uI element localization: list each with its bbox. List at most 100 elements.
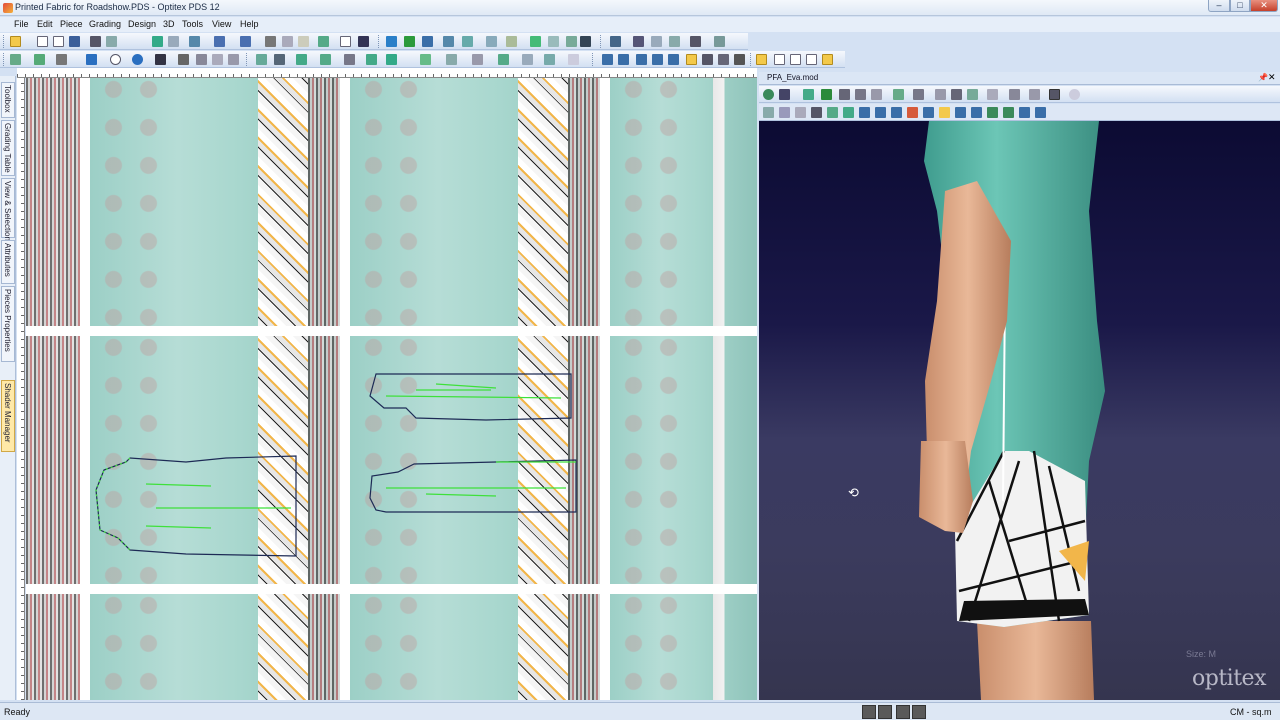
texture-icon[interactable] bbox=[544, 54, 555, 65]
cut-icon[interactable] bbox=[265, 36, 276, 47]
zoom-icon[interactable] bbox=[168, 36, 179, 47]
3d-list-icon[interactable] bbox=[987, 107, 998, 118]
status-snap-icon[interactable] bbox=[896, 705, 910, 719]
toolbar-grip[interactable] bbox=[592, 53, 595, 66]
toolbar-grip[interactable] bbox=[246, 53, 249, 66]
group-icon[interactable] bbox=[344, 54, 355, 65]
3d-cut-icon[interactable] bbox=[811, 107, 822, 118]
export-icon[interactable] bbox=[152, 36, 163, 47]
menu-help[interactable]: Help bbox=[240, 19, 259, 29]
maximize-button[interactable]: □ bbox=[1230, 0, 1250, 12]
tab-shader-manager[interactable]: Shader Manager bbox=[1, 380, 15, 452]
seam-tool-icon[interactable] bbox=[506, 36, 517, 47]
3d-layer-icon[interactable] bbox=[859, 107, 870, 118]
3d-axis-icon[interactable] bbox=[913, 89, 924, 100]
toolbar-grip[interactable] bbox=[750, 53, 753, 66]
3d-cloth-icon[interactable] bbox=[779, 89, 790, 100]
plot-icon[interactable] bbox=[106, 36, 117, 47]
measure-tool-icon[interactable] bbox=[548, 36, 559, 47]
3d-view[interactable] bbox=[759, 121, 1280, 700]
3d-document-icon[interactable] bbox=[806, 54, 817, 65]
print-icon[interactable] bbox=[90, 36, 101, 47]
simulate-play-icon[interactable] bbox=[821, 89, 832, 100]
fold-icon[interactable] bbox=[320, 54, 331, 65]
fabric-icon[interactable] bbox=[522, 54, 533, 65]
grade-tool-icon[interactable] bbox=[530, 36, 541, 47]
menu-design[interactable]: Design bbox=[128, 19, 156, 29]
3d-reset-icon[interactable] bbox=[763, 89, 774, 100]
text-icon[interactable] bbox=[690, 36, 701, 47]
cursor-icon[interactable] bbox=[86, 54, 97, 65]
matching-icon[interactable] bbox=[498, 54, 509, 65]
mirror-tool-icon[interactable] bbox=[566, 36, 577, 47]
circle-tool-icon[interactable] bbox=[110, 54, 121, 65]
line-tool-icon[interactable] bbox=[386, 36, 397, 47]
menu-edit[interactable]: Edit bbox=[37, 19, 53, 29]
menu-view[interactable]: View bbox=[212, 19, 231, 29]
annotation-icon[interactable] bbox=[714, 36, 725, 47]
arc-tool-icon[interactable] bbox=[212, 54, 223, 65]
notch-tool-icon[interactable] bbox=[443, 36, 454, 47]
3d-fabric-icon[interactable] bbox=[891, 107, 902, 118]
redo-icon[interactable] bbox=[240, 36, 251, 47]
minimize-button[interactable]: – bbox=[1208, 0, 1230, 12]
status-grade-icon[interactable] bbox=[878, 705, 892, 719]
new-file-icon[interactable] bbox=[37, 36, 48, 47]
toolbar-grip[interactable] bbox=[378, 35, 381, 48]
tab-attributes[interactable]: Attributes bbox=[1, 240, 15, 284]
pleat-tool-icon[interactable] bbox=[486, 36, 497, 47]
3d-highlight-icon[interactable] bbox=[939, 107, 950, 118]
merge-icon[interactable] bbox=[669, 36, 680, 47]
grid-icon[interactable] bbox=[618, 54, 629, 65]
pattern-piece-front[interactable] bbox=[95, 455, 297, 557]
align-icon[interactable] bbox=[610, 36, 621, 47]
curve-tool-icon[interactable] bbox=[404, 36, 415, 47]
button-tool-icon[interactable] bbox=[132, 54, 143, 65]
dart-tool-icon[interactable] bbox=[462, 36, 473, 47]
undo-icon[interactable] bbox=[214, 36, 225, 47]
3d-simulate-icon[interactable] bbox=[822, 54, 833, 65]
3d-report-icon[interactable] bbox=[971, 107, 982, 118]
copy-icon[interactable] bbox=[282, 36, 293, 47]
3d-measure-icon[interactable] bbox=[987, 89, 998, 100]
3d-texture-icon[interactable] bbox=[923, 107, 934, 118]
knife-icon[interactable] bbox=[196, 54, 207, 65]
table-icon[interactable] bbox=[602, 54, 613, 65]
3d-camera-icon[interactable] bbox=[1029, 89, 1040, 100]
stitch-icon[interactable] bbox=[420, 54, 431, 65]
menu-tools[interactable]: Tools bbox=[182, 19, 203, 29]
menu-3d[interactable]: 3D bbox=[163, 19, 175, 29]
paste-icon[interactable] bbox=[298, 36, 309, 47]
status-ortho-icon[interactable] bbox=[912, 705, 926, 719]
tab-pieces-properties[interactable]: Pieces Properties bbox=[1, 286, 15, 362]
pattern-piece-back-bottom[interactable] bbox=[369, 459, 577, 513]
pen-icon[interactable] bbox=[274, 54, 285, 65]
3d-stop-icon[interactable] bbox=[839, 89, 850, 100]
3d-settings-icon[interactable] bbox=[1049, 89, 1060, 100]
3d-height-icon[interactable] bbox=[967, 89, 978, 100]
tab-view-selection[interactable]: View & Selection bbox=[1, 178, 15, 241]
select-arrow-icon[interactable] bbox=[10, 36, 21, 47]
toolbar-grip[interactable] bbox=[3, 53, 6, 66]
add-point-icon[interactable] bbox=[34, 54, 45, 65]
wave-tool-icon[interactable] bbox=[228, 54, 239, 65]
save-icon[interactable] bbox=[69, 36, 80, 47]
3d-grid-view-icon[interactable] bbox=[1019, 107, 1030, 118]
status-tool-icon[interactable] bbox=[862, 705, 876, 719]
3d-avatar-icon[interactable] bbox=[875, 107, 886, 118]
3d-cross-icon[interactable] bbox=[871, 89, 882, 100]
image-icon[interactable] bbox=[568, 54, 579, 65]
spreadsheet-icon[interactable] bbox=[636, 54, 647, 65]
3d-text-icon[interactable] bbox=[951, 89, 962, 100]
context-help-icon[interactable] bbox=[358, 36, 369, 47]
3d-piece-icon[interactable] bbox=[774, 54, 785, 65]
dimension-icon[interactable] bbox=[56, 54, 67, 65]
seam-allowance-icon[interactable] bbox=[446, 54, 457, 65]
open-file-icon[interactable] bbox=[53, 36, 64, 47]
grain-line-icon[interactable] bbox=[472, 54, 483, 65]
3d-zoom-icon[interactable] bbox=[935, 89, 946, 100]
pattern-icon[interactable] bbox=[702, 54, 713, 65]
3d-export-icon[interactable] bbox=[1003, 107, 1014, 118]
3d-lock-icon[interactable] bbox=[795, 107, 806, 118]
tab-toolbox[interactable]: Toolbox bbox=[1, 82, 15, 118]
